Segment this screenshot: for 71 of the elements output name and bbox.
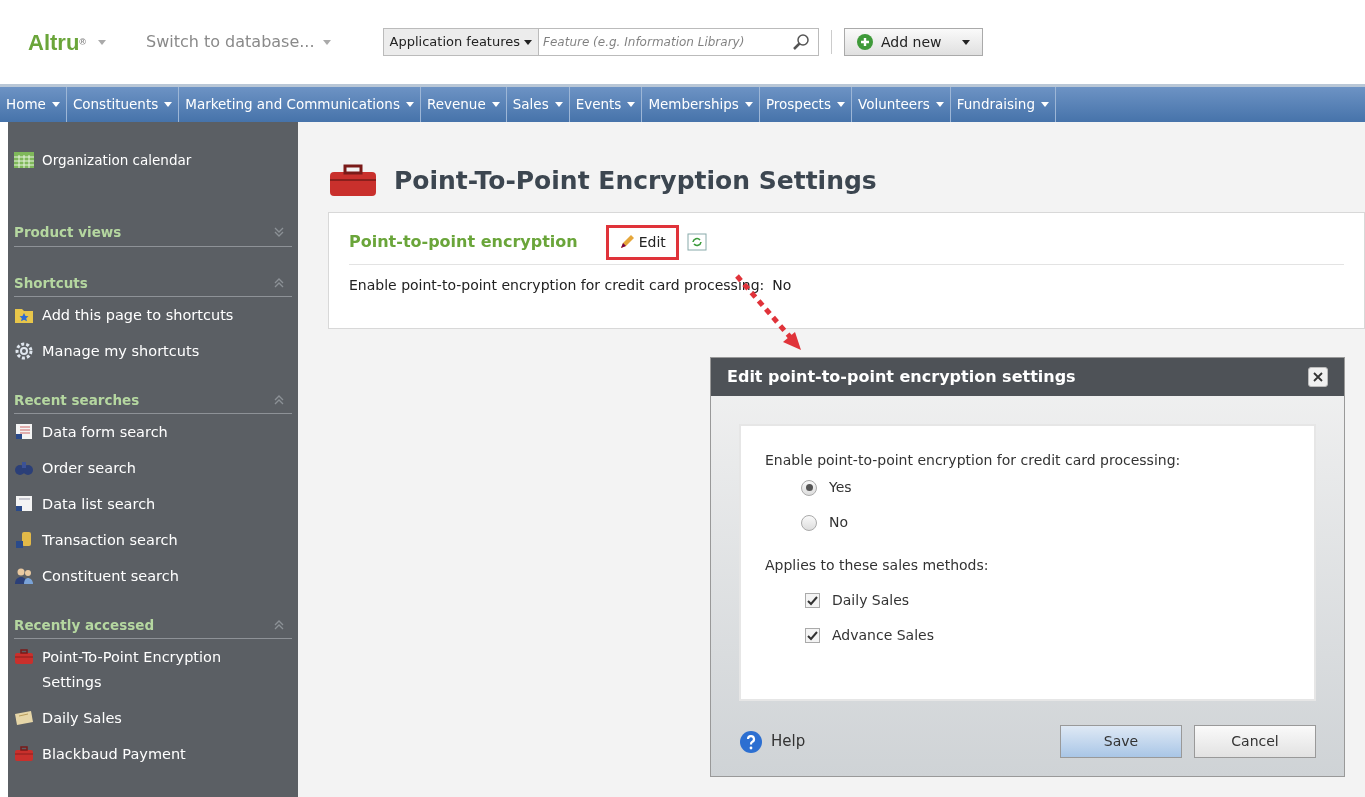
sidebar-item[interactable]: Data list search [14, 492, 292, 517]
toolbox-icon [14, 745, 34, 764]
refresh-icon[interactable] [686, 233, 707, 251]
plus-icon [857, 34, 874, 50]
people-icon [14, 567, 34, 585]
caret-icon [322, 39, 331, 45]
sidebar-item[interactable]: Transaction search [14, 528, 292, 553]
pencil-icon [618, 234, 635, 250]
check-icon [807, 630, 818, 641]
edit-button[interactable]: Edit [605, 224, 679, 260]
section-title: Point-to-point encryption [349, 231, 578, 253]
collapse-icon[interactable] [274, 277, 284, 288]
ticket-icon [14, 709, 34, 728]
collapse-icon[interactable] [274, 394, 284, 405]
section-heading: Product views [14, 223, 122, 243]
sidebar-item[interactable]: Point-To-Point Encryption Settings [14, 645, 292, 696]
calendar-icon [14, 152, 34, 169]
caret-icon [97, 39, 106, 45]
caret-icon [836, 102, 845, 107]
collapse-icon[interactable] [274, 620, 284, 631]
sidebar-item[interactable]: Constituent search [14, 564, 292, 589]
caret-icon [961, 39, 970, 45]
expand-icon[interactable] [274, 227, 284, 238]
caret-icon [405, 102, 414, 107]
sidebar-item[interactable]: Daily Sales [14, 706, 292, 732]
caret-icon [935, 102, 944, 107]
radio-option[interactable]: Yes [801, 477, 1290, 498]
section-heading: Recently accessed [14, 616, 155, 635]
list-icon [14, 495, 34, 513]
help-link[interactable]: Help [739, 729, 806, 754]
help-icon [739, 729, 763, 754]
field-line: Enable point-to-point encryption for credit card processing: No [349, 275, 793, 295]
caret-icon [1040, 102, 1049, 107]
search-icon[interactable] [792, 33, 811, 51]
search-scope-dropdown[interactable]: Application features [382, 28, 540, 56]
checkbox-option[interactable]: Daily Sales [805, 590, 1290, 611]
radio-option[interactable]: No [801, 512, 1290, 533]
page-title: Point-To-Point Encryption Settings [394, 165, 877, 197]
sidebar-item[interactable]: Order search [14, 456, 292, 481]
question-label: Enable point-to-point encryption for credit card processing: [765, 451, 1182, 470]
sidebar-item[interactable]: Data form search [14, 420, 292, 445]
cancel-button[interactable]: Cancel [1194, 725, 1316, 758]
sidebar-item[interactable]: Manage my shortcuts [14, 338, 292, 364]
sidebar-item[interactable]: Organization calendar [14, 150, 292, 171]
dialog-title: Edit point-to-point encryption settings [727, 366, 1076, 388]
save-button[interactable]: Save [1060, 725, 1182, 758]
sidebar-item[interactable]: Blackbaud Payment [14, 742, 292, 768]
checkbox-option[interactable]: Advance Sales [805, 625, 1290, 646]
caret-icon [524, 39, 533, 45]
caret-icon [627, 102, 636, 107]
gear-icon [14, 341, 34, 360]
caret-icon [164, 102, 173, 107]
toolbox-icon [328, 163, 378, 198]
section-heading: Recent searches [14, 390, 140, 410]
form-icon [14, 423, 34, 441]
section-heading: Shortcuts [14, 273, 88, 293]
app-logo[interactable]: Altru$^{®}$ [28, 25, 86, 59]
toolbox-icon [14, 648, 34, 667]
close-button[interactable] [1308, 367, 1328, 387]
caret-icon [51, 102, 60, 107]
caret-icon [554, 102, 563, 107]
add-new-button[interactable]: Add new [844, 28, 983, 56]
caret-icon [491, 102, 500, 107]
search-field[interactable]: Feature (e.g. Information Library) [539, 28, 820, 56]
close-icon [1313, 372, 1323, 382]
coins-icon [14, 531, 34, 549]
methods-label: Applies to these sales methods: [765, 556, 990, 575]
check-icon [807, 595, 818, 606]
sidebar-item[interactable]: Add this page to shortcuts [14, 302, 292, 328]
binoculars-icon [14, 459, 34, 477]
caret-icon [744, 102, 753, 107]
